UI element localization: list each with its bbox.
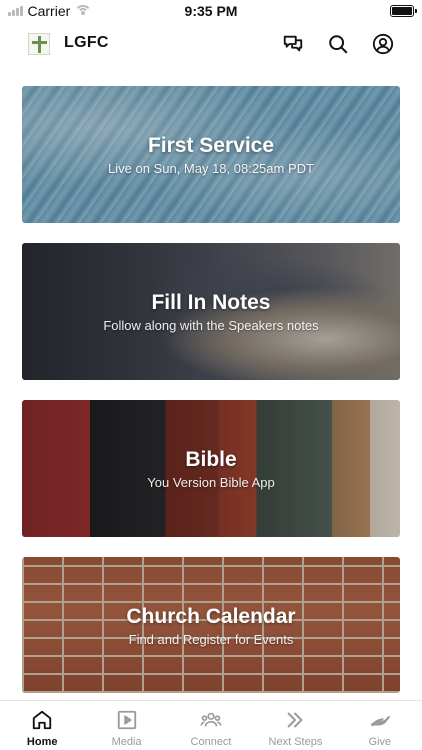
card-title: Church Calendar: [126, 604, 296, 628]
tab-label: Home: [26, 736, 58, 748]
church-calendar-card[interactable]: Church Calendar Find and Register for Ev…: [22, 557, 400, 693]
tab-connect[interactable]: Connect: [169, 701, 253, 750]
card-subtitle: Find and Register for Events: [128, 631, 294, 647]
fill-in-notes-card[interactable]: Fill In Notes Follow along with the Spea…: [22, 243, 400, 380]
app-title: LGFC: [64, 34, 109, 51]
card-subtitle: Follow along with the Speakers notes: [103, 318, 319, 333]
tab-label: Give: [368, 736, 392, 748]
tab-label: Connect: [190, 736, 232, 748]
give-icon: [370, 715, 390, 727]
chat-icon[interactable]: [280, 31, 306, 57]
card-title: Fill In Notes: [151, 291, 271, 314]
card-title: First Service: [147, 134, 275, 157]
tab-label: Media: [111, 736, 142, 748]
home-icon: [33, 710, 52, 730]
tab-home[interactable]: Home: [0, 701, 84, 750]
connect-icon: [200, 712, 222, 727]
status-time: 9:35 PM: [184, 3, 238, 19]
battery-icon: [390, 5, 417, 17]
tab-give[interactable]: Give: [338, 701, 422, 750]
app-header: LGFC: [0, 22, 422, 68]
status-bar: Carrier 9:35 PM: [0, 0, 422, 22]
search-icon[interactable]: [325, 31, 351, 57]
tab-next-steps[interactable]: Next Steps: [253, 701, 337, 750]
tab-label: Next Steps: [268, 736, 323, 748]
card-subtitle: Live on Sun, May 18, 08:25am PDT: [108, 161, 314, 176]
card-title: Bible: [185, 448, 237, 471]
tab-media[interactable]: Media: [84, 701, 168, 750]
tab-bar: Home Media Connect Next Steps Give: [0, 700, 422, 750]
media-icon: [117, 710, 136, 730]
next-steps-icon: [287, 712, 303, 728]
card-subtitle: You Version Bible App: [147, 475, 275, 490]
first-service-card[interactable]: First Service Live on Sun, May 18, 08:25…: [22, 86, 400, 223]
app-logo: [28, 33, 50, 55]
account-icon[interactable]: [370, 31, 396, 57]
bible-card[interactable]: Bible You Version Bible App: [22, 400, 400, 537]
